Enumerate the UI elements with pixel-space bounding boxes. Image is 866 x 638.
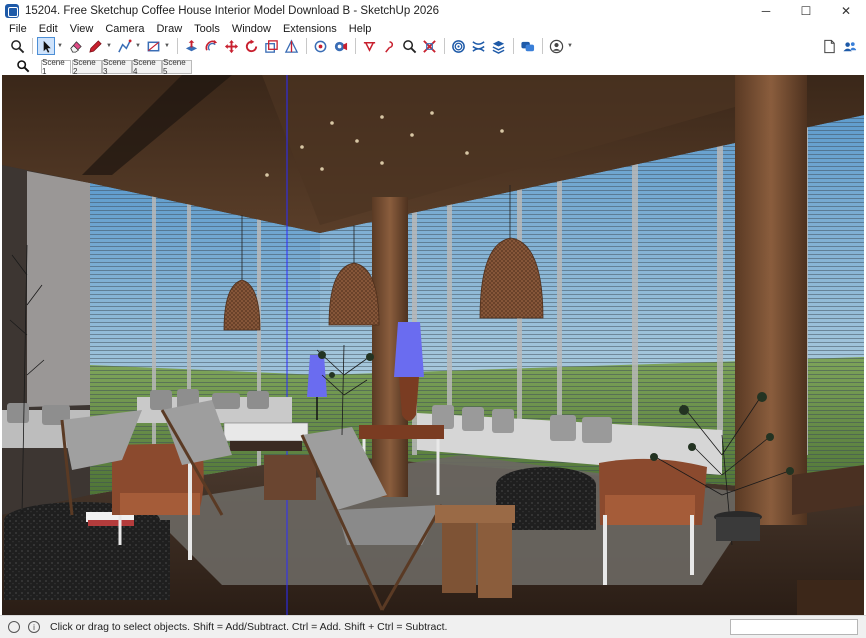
close-button[interactable]: ✕ bbox=[826, 0, 866, 22]
line-tool-icon[interactable] bbox=[115, 37, 133, 55]
move-icon[interactable] bbox=[222, 37, 240, 55]
3d-warehouse-icon[interactable] bbox=[518, 37, 536, 55]
scenes-bar: Scene 1 Scene 2 Scene 3 Scene 4 Scene 5 bbox=[0, 58, 866, 76]
sketchup-app-icon bbox=[5, 4, 19, 18]
tape-measure-icon[interactable] bbox=[331, 37, 349, 55]
paint-bucket-icon[interactable] bbox=[311, 37, 329, 55]
menu-window[interactable]: Window bbox=[226, 22, 277, 36]
account-dropdown-icon[interactable]: ▼ bbox=[567, 37, 573, 55]
scene-tab-1[interactable]: Scene 1 bbox=[41, 58, 71, 76]
draw-dropdown-icon[interactable]: ▼ bbox=[106, 37, 112, 55]
menu-help[interactable]: Help bbox=[343, 22, 378, 36]
menu-file[interactable]: File bbox=[0, 22, 33, 36]
select-arrow-icon[interactable] bbox=[37, 37, 55, 55]
window-controls: ─ ☐ ✕ bbox=[746, 0, 866, 22]
eraser-icon[interactable] bbox=[66, 37, 84, 55]
new-document-icon[interactable] bbox=[820, 37, 838, 55]
zoom-search-icon[interactable] bbox=[8, 37, 26, 55]
menu-tools[interactable]: Tools bbox=[188, 22, 226, 36]
shape-dropdown-icon[interactable]: ▼ bbox=[164, 37, 170, 55]
geo-location-icon[interactable] bbox=[8, 621, 20, 633]
collaborators-icon[interactable] bbox=[840, 37, 858, 55]
toolbar-separator bbox=[444, 38, 445, 54]
dimension-icon[interactable] bbox=[360, 37, 378, 55]
maximize-button[interactable]: ☐ bbox=[786, 0, 826, 22]
rotate-icon[interactable] bbox=[242, 37, 260, 55]
offset-icon[interactable] bbox=[202, 37, 220, 55]
scene-tab-4[interactable]: Scene 4 bbox=[132, 58, 162, 76]
line-dropdown-icon[interactable]: ▼ bbox=[135, 37, 141, 55]
viewport-render bbox=[2, 75, 864, 615]
minimize-button[interactable]: ─ bbox=[746, 0, 786, 22]
toolbar-right-group bbox=[820, 36, 860, 56]
layers-icon[interactable] bbox=[489, 37, 507, 55]
push-pull-icon[interactable] bbox=[182, 37, 200, 55]
scene-search-icon[interactable] bbox=[16, 59, 30, 73]
menu-draw[interactable]: Draw bbox=[150, 22, 188, 36]
axes-icon[interactable] bbox=[420, 37, 438, 55]
text-icon[interactable] bbox=[400, 37, 418, 55]
window-title: 15204. Free Sketchup Coffee House Interi… bbox=[25, 5, 440, 17]
measurements-input[interactable] bbox=[730, 619, 858, 635]
status-bar: i Click or drag to select objects. Shift… bbox=[0, 615, 866, 638]
title-bar: 15204. Free Sketchup Coffee House Interi… bbox=[0, 0, 866, 22]
toolbar-separator bbox=[32, 38, 33, 54]
protractor-icon[interactable] bbox=[380, 37, 398, 55]
scale-icon[interactable] bbox=[262, 37, 280, 55]
shape-tool-icon[interactable] bbox=[144, 37, 162, 55]
section-plane-icon[interactable] bbox=[449, 37, 467, 55]
scene-tab-3[interactable]: Scene 3 bbox=[102, 58, 132, 76]
status-hint-text: Click or drag to select objects. Shift =… bbox=[50, 621, 448, 633]
toolbar-separator bbox=[355, 38, 356, 54]
model-viewport[interactable] bbox=[2, 75, 864, 615]
info-icon[interactable]: i bbox=[28, 621, 40, 633]
pencil-icon[interactable] bbox=[86, 37, 104, 55]
menu-extensions[interactable]: Extensions bbox=[277, 22, 343, 36]
account-icon[interactable] bbox=[547, 37, 565, 55]
select-dropdown-icon[interactable]: ▼ bbox=[57, 37, 63, 55]
sandbox-icon[interactable] bbox=[469, 37, 487, 55]
menu-edit[interactable]: Edit bbox=[33, 22, 64, 36]
toolbar-separator bbox=[542, 38, 543, 54]
menu-view[interactable]: View bbox=[64, 22, 100, 36]
menu-bar: File Edit View Camera Draw Tools Window … bbox=[0, 22, 866, 36]
scene-tab-5[interactable]: Scene 5 bbox=[162, 58, 192, 76]
follow-me-icon[interactable] bbox=[282, 37, 300, 55]
toolbar-separator bbox=[513, 38, 514, 54]
toolbar-separator bbox=[306, 38, 307, 54]
main-toolbar: ▼ ▼ ▼ ▼ ▼ bbox=[0, 36, 866, 56]
menu-camera[interactable]: Camera bbox=[99, 22, 150, 36]
toolbar-separator bbox=[177, 38, 178, 54]
scene-tab-2[interactable]: Scene 2 bbox=[72, 58, 102, 76]
